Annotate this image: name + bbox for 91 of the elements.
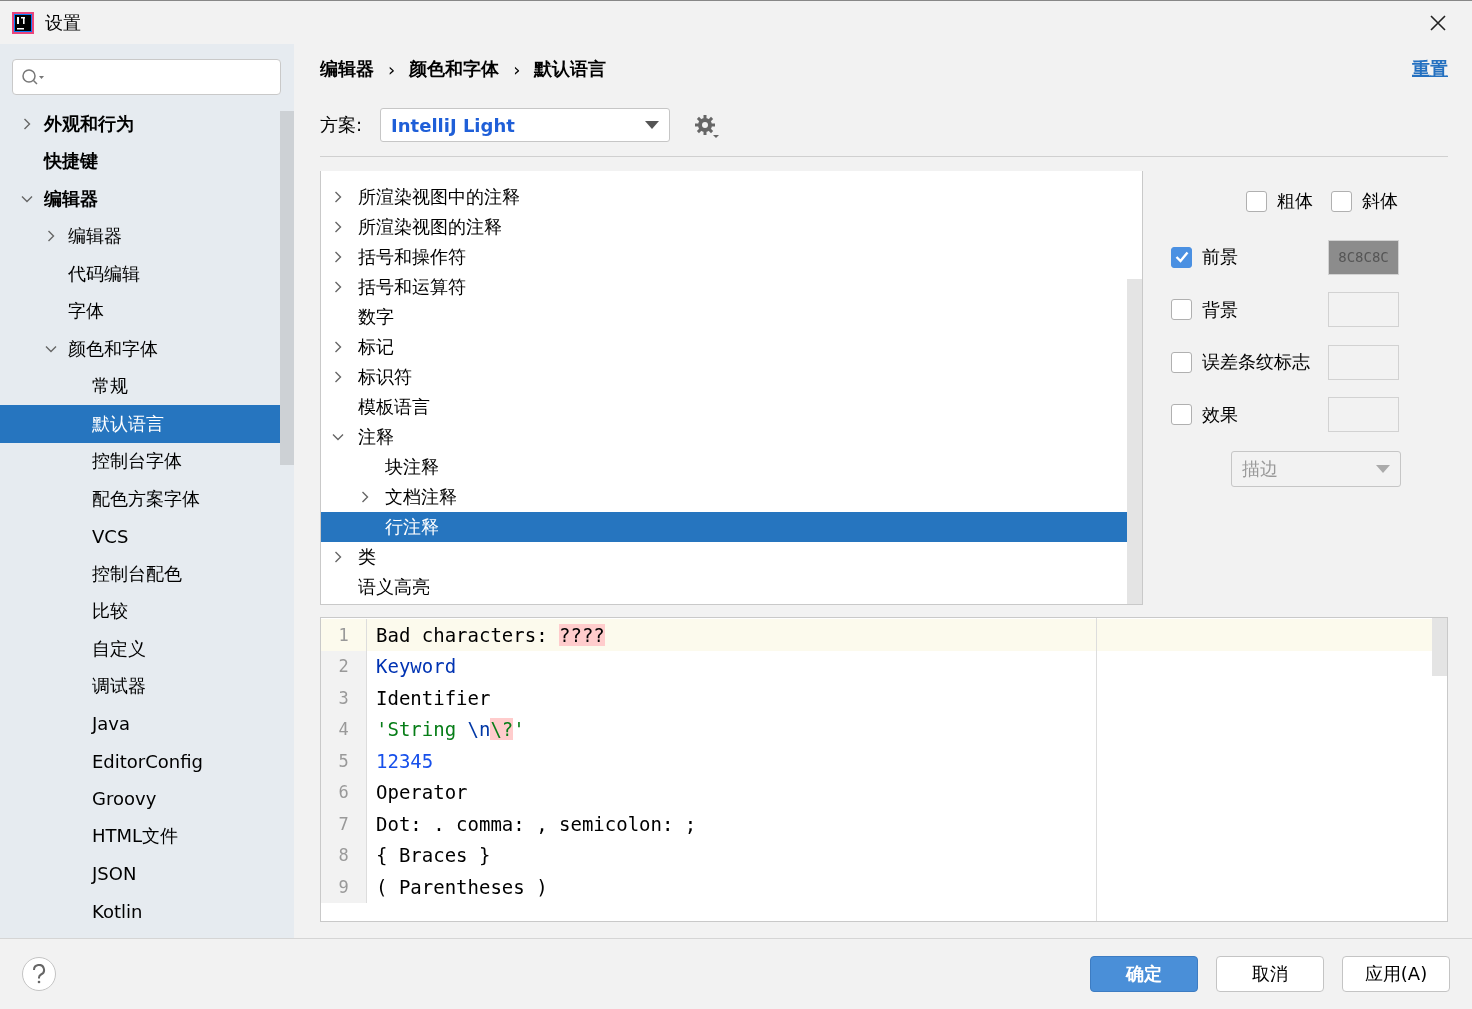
question-mark-icon (32, 964, 46, 984)
tree-item[interactable]: 块注释 (321, 452, 1127, 482)
line-number: 7 (321, 808, 367, 840)
sidebar-item[interactable]: Java (0, 705, 280, 743)
breadcrumb-item[interactable]: 颜色和字体 (409, 57, 500, 81)
checkbox[interactable] (1246, 190, 1267, 212)
line-number: 3 (321, 682, 367, 714)
sidebar-item[interactable]: JSON (0, 855, 280, 893)
color-swatch[interactable] (1328, 397, 1399, 433)
tree-item[interactable]: 模板语言 (321, 392, 1127, 422)
sidebar-item[interactable]: 自定义 (0, 630, 280, 668)
dropdown-arrow-icon (1376, 465, 1390, 473)
checkbox[interactable] (1171, 246, 1192, 268)
checkbox-label: 背景 (1202, 297, 1239, 322)
scrollbar-thumb[interactable] (1127, 279, 1142, 604)
checkbox-label: 斜体 (1362, 189, 1398, 213)
breadcrumb-separator: › (513, 58, 521, 80)
tree-item[interactable]: 括号和操作符 (321, 242, 1127, 272)
code-line: 'String \n\?' (375, 718, 525, 741)
checkbox-label: 误差条纹标志 (1202, 350, 1311, 375)
sidebar-item[interactable]: 编辑器 (0, 217, 280, 255)
breadcrumb-item[interactable]: 默认语言 (534, 57, 607, 81)
tree-item[interactable]: 标记 (321, 332, 1127, 362)
tree-item[interactable]: 注释 (321, 422, 1127, 452)
code-line: Operator (375, 781, 468, 804)
reset-link[interactable]: 重置 (1412, 57, 1448, 81)
checkbox-label: 效果 (1202, 402, 1239, 427)
search-icon (21, 68, 45, 86)
code-line: Identifier (375, 686, 491, 709)
sidebar-item[interactable]: 外观和行为 (0, 105, 280, 143)
sidebar-item[interactable]: 常规 (0, 367, 280, 405)
tree-item[interactable]: 行注释 (321, 512, 1127, 542)
checkbox[interactable] (1171, 299, 1192, 321)
line-number: 6 (321, 776, 367, 808)
code-line: 12345 (375, 749, 434, 772)
line-number: 9 (321, 871, 367, 903)
tree-item[interactable]: 数字 (321, 302, 1127, 332)
checkbox-label: 粗体 (1277, 189, 1313, 213)
dropdown-arrow-icon (645, 121, 660, 129)
scheme-label: 方案: (320, 113, 363, 137)
sidebar-item[interactable]: Groovy (0, 780, 280, 818)
sidebar-item[interactable]: VCS (0, 517, 280, 555)
sidebar-item[interactable]: 控制台配色 (0, 555, 280, 593)
sidebar-item[interactable]: 字体 (0, 292, 280, 330)
sidebar-item[interactable]: 比较 (0, 592, 280, 630)
line-number: 2 (321, 650, 367, 682)
sidebar-item[interactable]: 默认语言 (0, 405, 280, 443)
checkbox[interactable] (1331, 190, 1352, 212)
search-field[interactable] (12, 59, 281, 95)
dialog-button[interactable]: 取消 (1216, 956, 1324, 992)
tree-item[interactable]: 语义高亮 (321, 572, 1127, 602)
sidebar-item[interactable]: EditorConfig (0, 742, 280, 780)
color-swatch[interactable] (1328, 344, 1399, 380)
window-title: 设置 (45, 10, 81, 35)
scrollbar-thumb[interactable] (280, 111, 294, 465)
app-logo-icon (12, 11, 34, 34)
sidebar-item[interactable]: 颜色和字体 (0, 330, 280, 368)
color-swatch[interactable] (1328, 292, 1399, 328)
code-line: Dot: . comma: , semicolon: ; (375, 812, 697, 835)
help-button[interactable] (22, 957, 56, 991)
line-number: 8 (321, 839, 367, 871)
scheme-dropdown[interactable]: IntelliJ Light (380, 108, 671, 142)
breadcrumb-separator: › (388, 58, 396, 80)
sidebar-item[interactable]: 配色方案字体 (0, 480, 280, 518)
tree-item[interactable]: 所渲染视图的注释 (321, 212, 1127, 242)
tree-item[interactable]: 文档注释 (321, 482, 1127, 512)
sidebar-item[interactable]: HTML文件 (0, 817, 280, 855)
sidebar-item[interactable]: 调试器 (0, 667, 280, 705)
sidebar-item[interactable]: 快捷键 (0, 142, 280, 180)
tree-item[interactable]: 所渲染视图中的注释 (321, 182, 1127, 212)
tree-item[interactable]: 括号和运算符 (321, 272, 1127, 302)
code-line: Keyword (375, 655, 457, 678)
checkbox[interactable] (1171, 351, 1192, 373)
code-line: ( Parentheses ) (375, 875, 548, 898)
code-line: Bad characters: ???? (375, 623, 605, 646)
tree-item[interactable]: 类 (321, 542, 1127, 572)
settings-icon[interactable] (694, 114, 721, 140)
code-line: { Braces } (375, 844, 491, 867)
sidebar-item[interactable]: 控制台字体 (0, 442, 280, 480)
close-icon[interactable] (1430, 14, 1446, 31)
sidebar-item[interactable]: 编辑器 (0, 180, 280, 218)
tree-item[interactable]: 标识符 (321, 362, 1127, 392)
sidebar-item[interactable]: Kotlin (0, 892, 280, 930)
sidebar-item[interactable]: 代码编辑 (0, 255, 280, 293)
checkbox[interactable] (1171, 404, 1192, 426)
line-number: 4 (321, 713, 367, 745)
dialog-button[interactable]: 应用(A) (1342, 956, 1450, 992)
scrollbar-thumb[interactable] (1432, 618, 1447, 676)
line-number: 5 (321, 745, 367, 777)
checkbox-label: 前景 (1202, 245, 1239, 270)
breadcrumb-item[interactable]: 编辑器 (320, 57, 374, 81)
